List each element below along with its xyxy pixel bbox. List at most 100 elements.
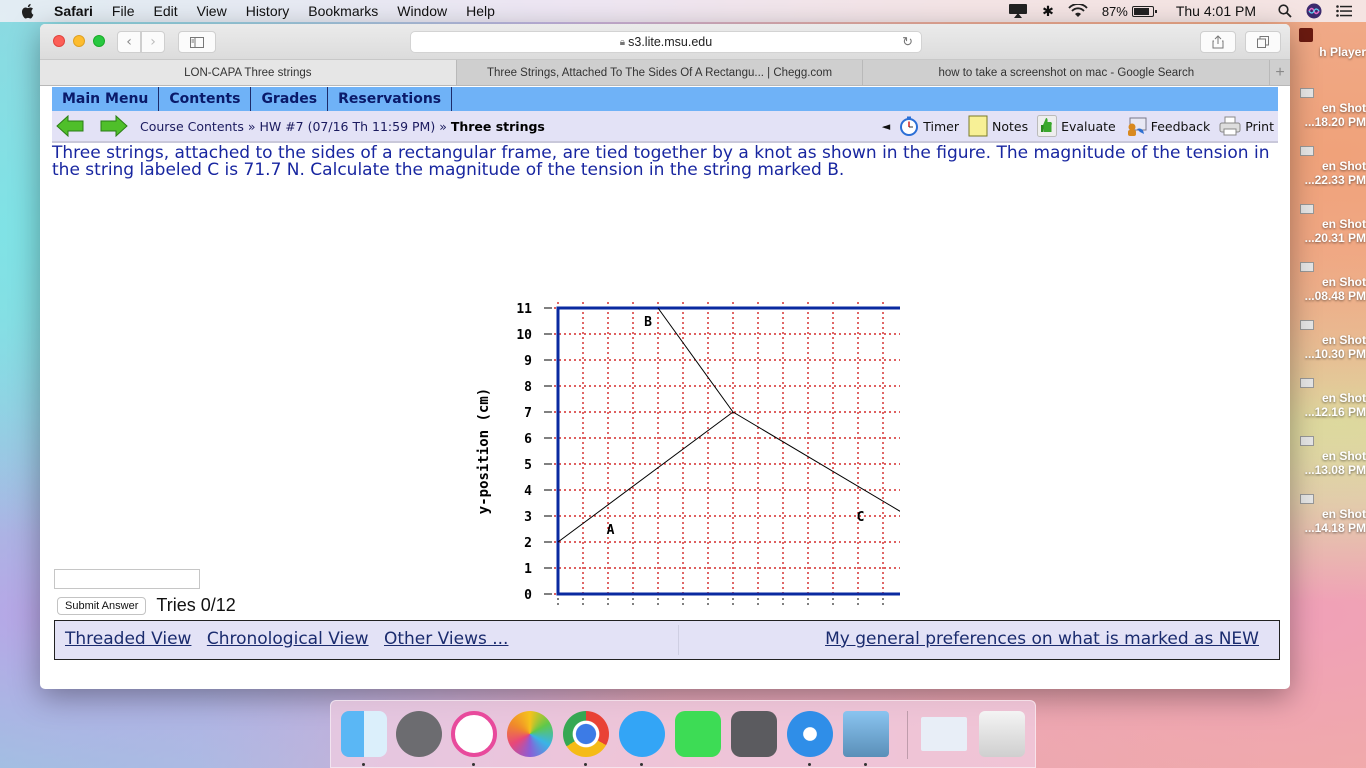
safari-window: ‹ › 🔒︎ s3.lite.msu.edu ↻ LON-CAPA Three … <box>40 24 1290 689</box>
tab-label: how to take a screenshot on mac - Google… <box>938 66 1195 79</box>
nav-contents[interactable]: Contents <box>159 87 252 111</box>
nav-grades[interactable]: Grades <box>251 87 329 111</box>
menu-window[interactable]: Window <box>397 3 447 19</box>
airplay-icon[interactable] <box>1008 3 1028 19</box>
running-indicator <box>472 763 475 766</box>
menu-edit[interactable]: Edit <box>153 3 177 19</box>
close-window-button[interactable] <box>53 35 65 47</box>
menu-history[interactable]: History <box>246 3 290 19</box>
breadcrumb-hw7[interactable]: HW #7 (07/16 Th 11:59 PM) <box>259 119 435 134</box>
desktop-icon-screenshot[interactable]: en Shot ...08.48 PM <box>1290 262 1366 303</box>
forward-button[interactable]: › <box>141 31 165 53</box>
previous-arrow-icon[interactable] <box>56 115 84 137</box>
reload-icon[interactable]: ↻ <box>902 34 913 50</box>
feedback-link[interactable]: Feedback <box>1125 115 1210 137</box>
threaded-view-link[interactable]: Threaded View <box>65 629 191 649</box>
dock-screenshot-thumbnail[interactable] <box>921 717 967 751</box>
tab-bar: LON-CAPA Three strings Three Strings, At… <box>40 60 1290 86</box>
dock-launchpad-icon[interactable] <box>396 711 442 757</box>
desktop-icon-label: ...14.18 PM <box>1304 521 1366 535</box>
share-button[interactable] <box>1200 31 1236 53</box>
dock-itunes-icon[interactable] <box>451 711 497 757</box>
battery-icon <box>1131 5 1157 17</box>
dock-messages-icon[interactable] <box>619 711 665 757</box>
nav-main-menu[interactable]: Main Menu <box>52 87 160 111</box>
new-tab-button[interactable]: + <box>1270 60 1290 85</box>
dock-finder-icon[interactable] <box>341 711 387 757</box>
desktop-icon-label: ...18.20 PM <box>1304 115 1366 129</box>
spotlight-search-icon[interactable] <box>1278 4 1292 18</box>
notes-link[interactable]: Notes <box>968 115 1028 137</box>
rectangular-frame <box>556 306 910 596</box>
dock-chrome-icon[interactable] <box>563 711 609 757</box>
evaluate-link[interactable]: Evaluate <box>1037 115 1116 137</box>
zoom-window-button[interactable] <box>93 35 105 47</box>
tries-counter: Tries 0/12 <box>156 595 236 615</box>
chronological-view-link[interactable]: Chronological View <box>207 629 369 649</box>
y-axis-label: y-position (cm) <box>476 388 492 514</box>
menu-bar: Safari File Edit View History Bookmarks … <box>0 0 1366 22</box>
dock-facetime-icon[interactable] <box>675 711 721 757</box>
siri-icon[interactable] <box>1306 3 1322 19</box>
sidebar-button[interactable] <box>178 31 216 53</box>
desktop-icon-flash-player[interactable]: h Player <box>1290 28 1366 59</box>
desktop-icon-label: en Shot <box>1322 101 1366 115</box>
notes-icon <box>968 115 988 137</box>
dock-preview-icon[interactable] <box>843 711 889 757</box>
desktop-icon-screenshot[interactable]: en Shot ...12.16 PM <box>1290 378 1366 419</box>
submit-answer-button[interactable]: Submit Answer <box>57 596 147 615</box>
page-content: Main Menu Contents Grades Reservations C… <box>52 87 1280 689</box>
breadcrumb-course-contents[interactable]: Course Contents <box>140 119 244 134</box>
dock-system-preferences-icon[interactable] <box>731 711 777 757</box>
menu-bookmarks[interactable]: Bookmarks <box>308 3 378 19</box>
menu-file[interactable]: File <box>112 3 135 19</box>
divider <box>678 625 679 655</box>
breadcrumb-current: Three strings <box>450 118 545 134</box>
notification-center-icon[interactable] <box>1336 5 1352 17</box>
wifi-icon[interactable] <box>1068 4 1088 18</box>
dock-safari-icon[interactable] <box>787 711 833 757</box>
menu-view[interactable]: View <box>197 3 227 19</box>
new-preferences-link[interactable]: My general preferences on what is marked… <box>825 629 1259 649</box>
y-tick-label: 4 <box>524 484 532 499</box>
tabs-overview-button[interactable] <box>1245 31 1281 53</box>
desktop-icon-screenshot[interactable]: en Shot ...22.33 PM <box>1290 146 1366 187</box>
notes-label: Notes <box>991 118 1029 134</box>
y-tick-label: 2 <box>524 536 532 551</box>
running-indicator <box>584 763 587 766</box>
window-controls <box>53 35 105 47</box>
apple-icon[interactable] <box>20 3 36 19</box>
dock-trash-icon[interactable] <box>979 711 1025 757</box>
collapse-tools-icon[interactable]: ◄ <box>882 120 890 133</box>
next-arrow-icon[interactable] <box>100 115 128 137</box>
lock-icon: 🔒︎ <box>619 36 626 48</box>
print-link[interactable]: Print <box>1219 116 1274 136</box>
minimize-window-button[interactable] <box>73 35 85 47</box>
desktop-icon-screenshot[interactable]: en Shot ...10.30 PM <box>1290 320 1366 361</box>
desktop-icon-screenshot[interactable]: en Shot ...14.18 PM <box>1290 494 1366 535</box>
desktop-icon-label: ...20.31 PM <box>1304 231 1366 245</box>
battery-status[interactable]: 87% <box>1102 4 1157 19</box>
desktop-icon-screenshot[interactable]: en Shot ...13.08 PM <box>1290 436 1366 477</box>
menu-help[interactable]: Help <box>466 3 495 19</box>
timer-link[interactable]: Timer <box>899 116 959 136</box>
stopwatch-icon <box>900 116 919 136</box>
address-bar[interactable]: 🔒︎ s3.lite.msu.edu ↻ <box>410 31 922 53</box>
desktop-icon-screenshot[interactable]: en Shot ...18.20 PM <box>1290 88 1366 129</box>
nav-reservations[interactable]: Reservations <box>328 87 453 111</box>
desktop-icon-screenshot[interactable]: en Shot ...20.31 PM <box>1290 204 1366 245</box>
clock[interactable]: Thu 4:01 PM <box>1176 3 1256 19</box>
other-views-link[interactable]: Other Views ... <box>384 629 509 649</box>
y-tick-label: 11 <box>516 302 532 317</box>
bluetooth-icon[interactable]: ✱ <box>1042 3 1054 20</box>
tab-chegg[interactable]: Three Strings, Attached To The Sides Of … <box>457 60 864 85</box>
breadcrumb-separator: » <box>247 118 256 134</box>
menu-app-name[interactable]: Safari <box>54 3 93 19</box>
tab-lon-capa[interactable]: LON-CAPA Three strings <box>40 60 457 85</box>
tab-google-search[interactable]: how to take a screenshot on mac - Google… <box>863 60 1271 85</box>
answer-input[interactable] <box>54 569 200 589</box>
back-button[interactable]: ‹ <box>117 31 141 53</box>
y-tick-label: 7 <box>524 406 532 421</box>
dock-separator <box>907 711 908 759</box>
dock-photos-icon[interactable] <box>507 711 553 757</box>
